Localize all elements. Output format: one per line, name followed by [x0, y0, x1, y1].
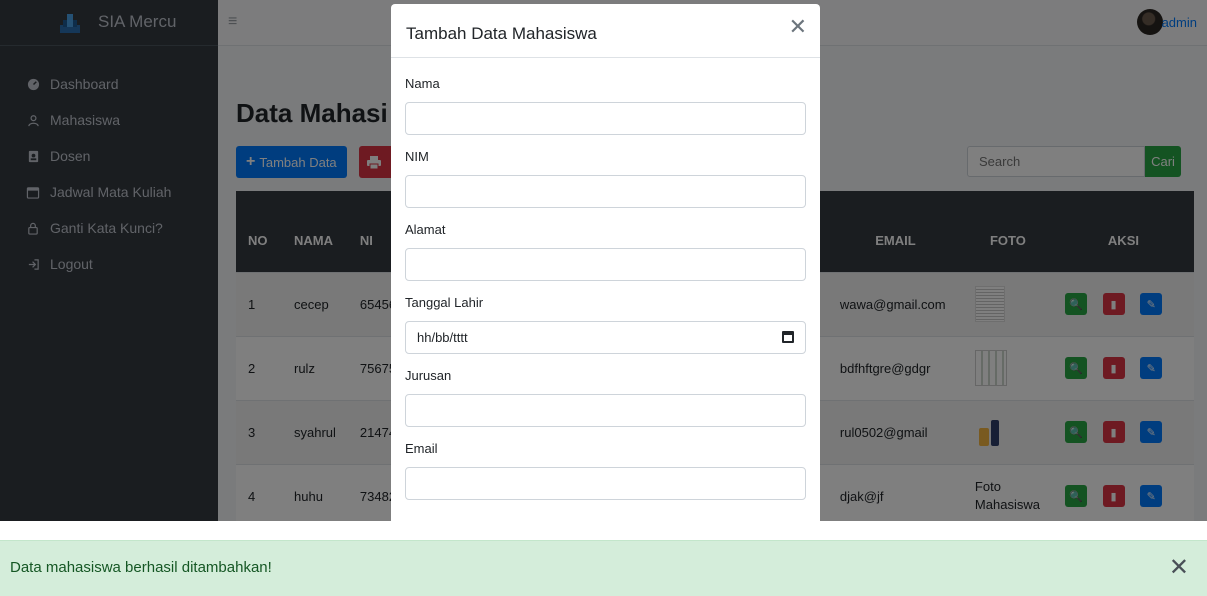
nama-label: Nama: [405, 76, 440, 91]
jurusan-label: Jurusan: [405, 368, 452, 383]
tanggal-lahir-label: Tanggal Lahir: [405, 295, 484, 310]
modal-header: Tambah Data Mahasiswa ✕: [391, 4, 820, 58]
toast-message: Data mahasiswa berhasil ditambahkan!: [10, 559, 272, 576]
modal-title: Tambah Data Mahasiswa: [406, 24, 597, 43]
alamat-field[interactable]: [405, 248, 806, 281]
app-root: SIA Mercu Dashboard Mahasiswa Dosen: [0, 0, 1207, 596]
jurusan-field[interactable]: [405, 394, 806, 427]
close-icon[interactable]: ✕: [789, 14, 807, 40]
tanggal-lahir-field[interactable]: hh/bb/tttt: [405, 321, 806, 354]
nim-field[interactable]: [405, 175, 806, 208]
alamat-label: Alamat: [405, 222, 446, 237]
modal-body: Nama NIM Alamat Tanggal Lahir hh/bb/tttt…: [391, 58, 820, 500]
date-value: hh/bb/tttt: [417, 330, 468, 345]
close-icon[interactable]: ✕: [1169, 553, 1189, 582]
email-label: Email: [405, 441, 438, 456]
nim-label: NIM: [405, 149, 429, 164]
calendar-picker-icon[interactable]: [782, 331, 794, 343]
spacer: [0, 521, 1207, 540]
success-toast: Data mahasiswa berhasil ditambahkan! ✕: [0, 540, 1207, 596]
nama-field[interactable]: [405, 102, 806, 135]
add-student-modal: Tambah Data Mahasiswa ✕ Nama NIM Alamat …: [391, 4, 820, 521]
email-field[interactable]: [405, 467, 806, 500]
